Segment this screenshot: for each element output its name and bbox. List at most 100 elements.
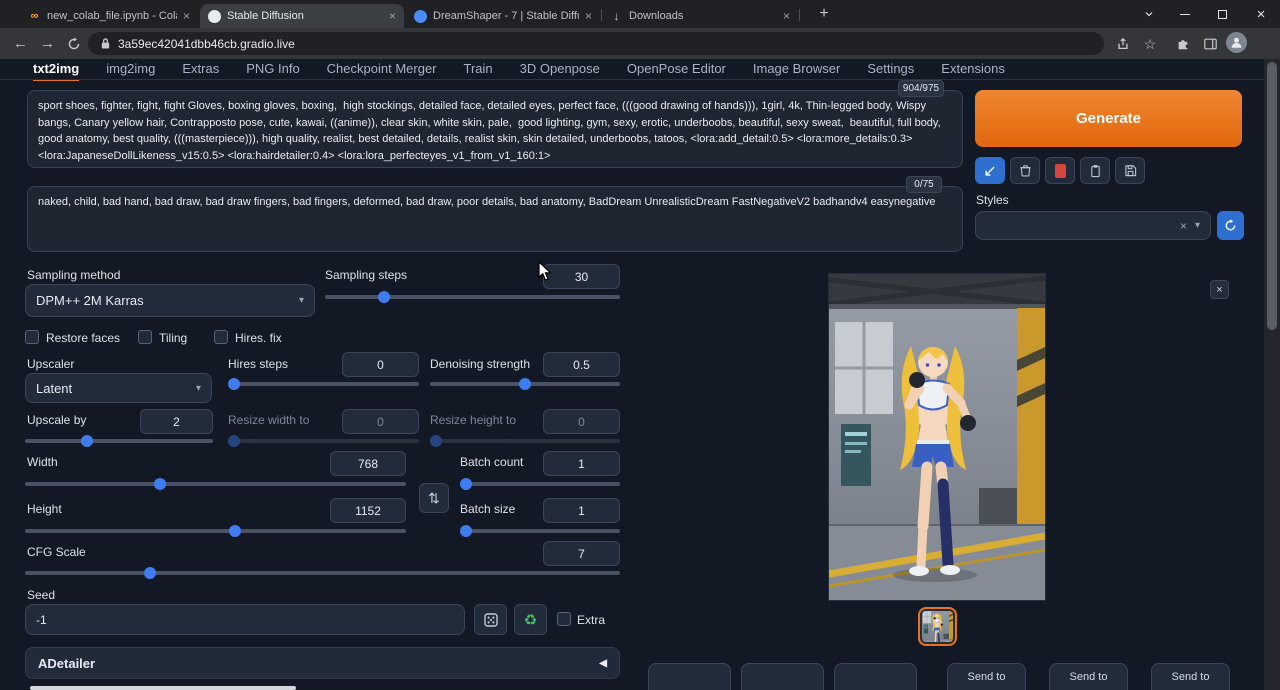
slider-track[interactable]	[25, 529, 406, 533]
negative-prompt-input[interactable]: naked, child, bad hand, bad draw, bad dr…	[27, 186, 963, 252]
slider-track[interactable]	[325, 295, 620, 299]
back-button[interactable]: ←	[8, 31, 33, 56]
save-style-button[interactable]	[1115, 157, 1145, 184]
window-maximize-button[interactable]	[1207, 0, 1237, 28]
new-tab-button[interactable]: +	[812, 3, 836, 25]
tab-close-icon[interactable]: ×	[389, 9, 396, 23]
slider-track[interactable]	[228, 382, 419, 386]
reload-button[interactable]	[61, 31, 86, 56]
gallery-extra-button[interactable]	[834, 663, 917, 690]
cfg-scale-slider[interactable]	[25, 567, 620, 579]
send-to-img2img-button[interactable]: Send to	[947, 663, 1026, 690]
side-panel-icon[interactable]	[1199, 33, 1221, 55]
tab-close-icon[interactable]: ×	[585, 9, 592, 23]
clear-styles-icon[interactable]: ×	[1180, 219, 1187, 233]
close-gallery-button[interactable]: ×	[1210, 280, 1229, 299]
adetailer-accordion[interactable]: ADetailer ◀	[25, 647, 620, 679]
profile-avatar[interactable]	[1226, 32, 1247, 53]
batch-size-input[interactable]	[543, 498, 620, 523]
window-minimize-button[interactable]	[1170, 0, 1200, 28]
denoising-strength-input[interactable]	[543, 352, 620, 377]
height-slider[interactable]	[25, 525, 406, 537]
swap-dimensions-button[interactable]: ⇅	[419, 483, 449, 513]
random-seed-button[interactable]	[474, 604, 507, 635]
cfg-scale-input[interactable]	[543, 541, 620, 566]
tab-close-icon[interactable]: ×	[783, 9, 790, 23]
upscaler-dropdown[interactable]: Latent ▾	[25, 373, 212, 403]
sampling-method-dropdown[interactable]: DPM++ 2M Karras ▾	[25, 284, 315, 317]
tab-txt2img[interactable]: txt2img	[33, 61, 79, 81]
slider-handle[interactable]	[460, 478, 472, 490]
tab-png-info[interactable]: PNG Info	[246, 61, 299, 81]
upscale-by-slider[interactable]	[25, 435, 213, 447]
slider-handle[interactable]	[378, 291, 390, 303]
extra-seed-checkbox[interactable]	[557, 612, 571, 626]
gallery-zip-button[interactable]	[741, 663, 824, 690]
tab-image-browser[interactable]: Image Browser	[753, 61, 840, 81]
hires-steps-input[interactable]	[342, 352, 419, 377]
window-chevron-icon[interactable]	[1134, 0, 1164, 28]
batch-count-slider[interactable]	[460, 478, 620, 490]
slider-handle[interactable]	[460, 525, 472, 537]
restore-faces-checkbox[interactable]	[25, 330, 39, 344]
hires-fix-checkbox[interactable]	[214, 330, 228, 344]
apply-styles-button[interactable]	[1080, 157, 1110, 184]
browser-tab-dreamshaper[interactable]: DreamShaper - 7 | Stable Diffusi ×	[406, 4, 600, 28]
slider-track[interactable]	[460, 482, 620, 486]
gallery-save-button[interactable]	[648, 663, 731, 690]
address-bar[interactable]: 3a59ec42041dbb46cb.gradio.live	[88, 32, 1104, 55]
batch-size-slider[interactable]	[460, 525, 620, 537]
share-icon[interactable]	[1112, 33, 1134, 55]
browser-tab-stable-diffusion[interactable]: Stable Diffusion ×	[200, 4, 404, 28]
denoising-strength-slider[interactable]	[430, 378, 620, 390]
paste-params-button[interactable]: ↙	[975, 157, 1005, 184]
extra-networks-button[interactable]	[1045, 157, 1075, 184]
bookmark-star-icon[interactable]: ☆	[1139, 33, 1161, 55]
generated-image[interactable]	[829, 274, 1045, 600]
width-slider[interactable]	[25, 478, 406, 490]
width-input[interactable]	[330, 451, 406, 476]
slider-handle[interactable]	[81, 435, 93, 447]
gallery-thumbnail[interactable]	[918, 607, 957, 646]
slider-handle[interactable]	[519, 378, 531, 390]
slider-handle[interactable]	[144, 567, 156, 579]
generate-button[interactable]: Generate	[975, 90, 1242, 147]
height-input[interactable]	[330, 498, 406, 523]
tab-settings[interactable]: Settings	[867, 61, 914, 81]
slider-track[interactable]	[25, 482, 406, 486]
tab-img2img[interactable]: img2img	[106, 61, 155, 81]
upscale-by-input[interactable]	[140, 409, 213, 434]
clear-prompt-button[interactable]	[1010, 157, 1040, 184]
tab-train[interactable]: Train	[464, 61, 493, 81]
slider-handle[interactable]	[228, 378, 240, 390]
browser-tab-colab[interactable]: ∞ new_colab_file.ipynb - Colaborat ×	[20, 4, 198, 28]
forward-button[interactable]: →	[35, 31, 60, 56]
styles-dropdown[interactable]: × ▾	[975, 211, 1211, 240]
slider-handle[interactable]	[229, 525, 241, 537]
tab-extensions[interactable]: Extensions	[941, 61, 1005, 81]
seed-input[interactable]	[25, 604, 465, 635]
tab-close-icon[interactable]: ×	[183, 9, 190, 23]
slider-track[interactable]	[460, 529, 620, 533]
send-to-inpaint-button[interactable]: Send to	[1049, 663, 1128, 690]
slider-track[interactable]	[25, 571, 620, 575]
sampling-steps-slider[interactable]	[325, 291, 620, 303]
batch-count-input[interactable]	[543, 451, 620, 476]
hires-steps-slider[interactable]	[228, 378, 419, 390]
window-close-button[interactable]: ×	[1246, 0, 1276, 28]
slider-track[interactable]	[25, 439, 213, 443]
browser-tab-downloads[interactable]: ↓ Downloads ×	[602, 4, 798, 28]
reuse-seed-button[interactable]: ♻	[514, 604, 547, 635]
tab-openpose-editor[interactable]: OpenPose Editor	[627, 61, 726, 81]
prompt-input[interactable]: sport shoes, fighter, fight, fight Glove…	[27, 90, 963, 168]
page-scrollbar-thumb[interactable]	[1267, 62, 1277, 330]
chevron-down-icon[interactable]: ▾	[1195, 220, 1200, 231]
tab-3d-openpose[interactable]: 3D Openpose	[520, 61, 600, 81]
sampling-steps-input[interactable]	[543, 264, 620, 289]
tab-extras[interactable]: Extras	[182, 61, 219, 81]
extensions-puzzle-icon[interactable]	[1172, 33, 1194, 55]
send-to-extras-button[interactable]: Send to	[1151, 663, 1230, 690]
refresh-styles-button[interactable]	[1217, 211, 1244, 240]
tab-checkpoint-merger[interactable]: Checkpoint Merger	[327, 61, 437, 81]
tiling-checkbox[interactable]	[138, 330, 152, 344]
